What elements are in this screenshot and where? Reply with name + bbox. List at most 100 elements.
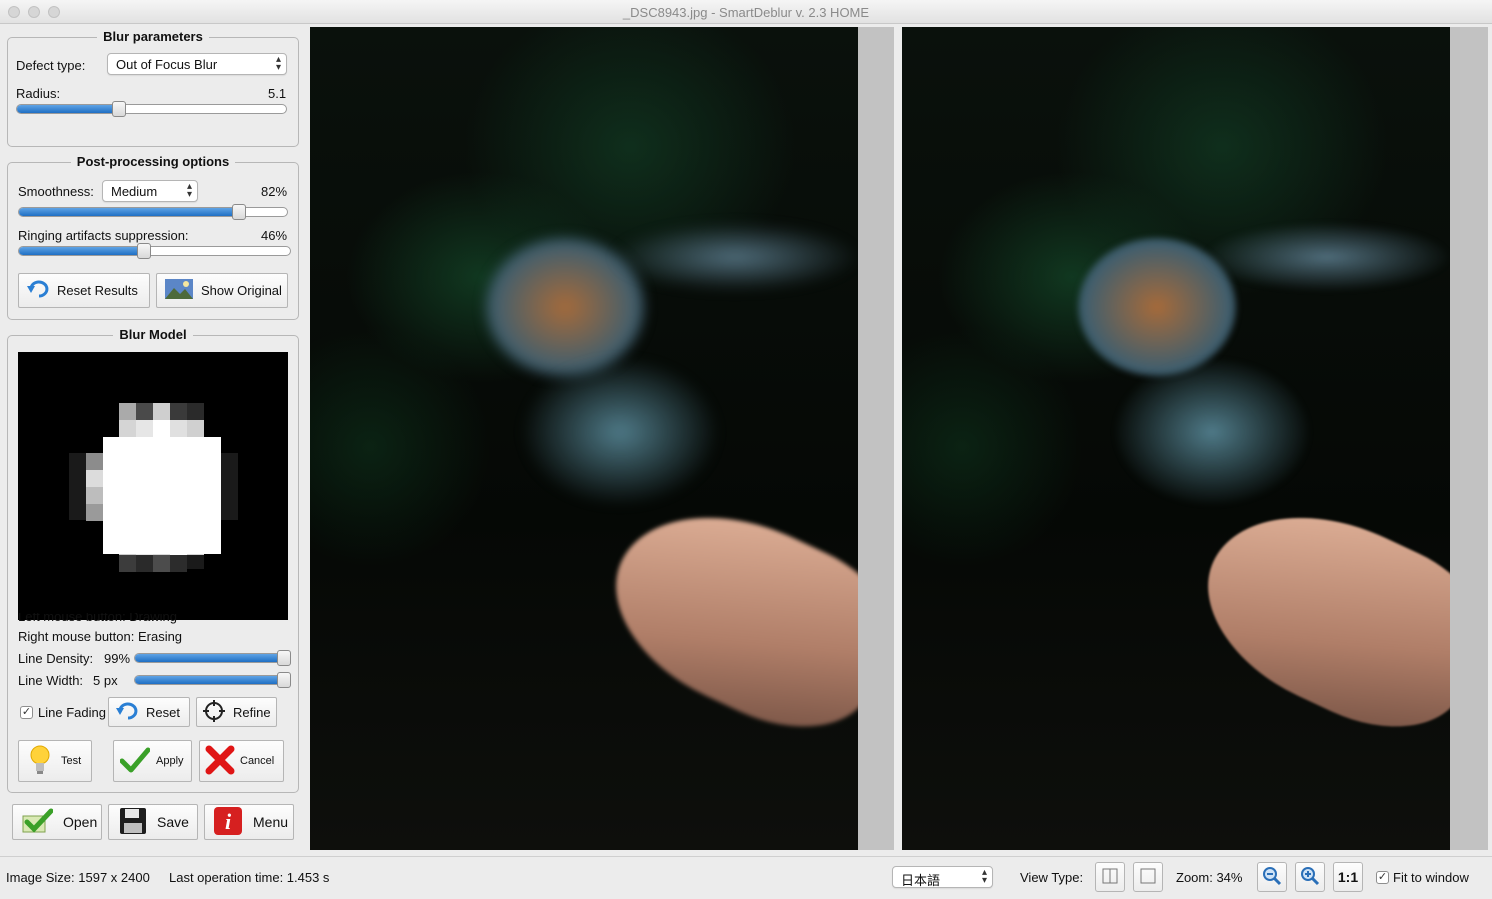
open-label: Open [63,814,98,830]
ringing-slider-handle[interactable] [136,243,151,259]
defect-type-value: Out of Focus Blur [116,57,218,72]
save-button[interactable]: Save [108,804,198,840]
blur-model-title: Blur Model [113,327,193,342]
cancel-label: Cancel [240,755,275,767]
line-density-slider-fill [135,654,284,662]
ringing-slider[interactable] [18,243,291,259]
smoothness-select[interactable]: Medium ▴ ▾ [102,180,198,202]
radius-slider-handle[interactable] [112,101,127,117]
landscape-image-icon [165,279,193,302]
select-arrows-icon: ▴ ▾ [981,867,987,886]
line-fading-checkbox[interactable]: ✓ [20,706,33,719]
original-view-scrollbar[interactable] [858,27,894,850]
title-bar: _DSC8943.jpg - SmartDeblur v. 2.3 HOME [0,0,1492,24]
radius-label: Radius: [16,86,61,101]
original-image-view[interactable] [310,27,858,850]
svg-text:i: i [225,809,232,834]
info-icon: i [213,806,243,839]
language-select[interactable]: 日本語 ▴ ▾ [892,866,993,888]
image-size-text: Image Size: 1597 x 2400 [6,870,150,885]
apply-button[interactable]: Apply [113,740,192,782]
window-title: _DSC8943.jpg - SmartDeblur v. 2.3 HOME [622,5,870,20]
line-fading-label: Line Fading [38,705,106,720]
zoom-out-icon [1262,866,1282,889]
actual-size-button[interactable]: 1:1 [1333,862,1363,892]
zoom-in-icon [1300,866,1320,889]
floppy-disk-icon [119,807,147,838]
zoom-in-button[interactable] [1295,862,1325,892]
single-view-icon [1140,868,1156,887]
last-operation-text: Last operation time: 1.453 s [169,870,330,885]
blur-parameters-title: Blur parameters [97,29,209,44]
menu-button[interactable]: i Menu [204,804,294,840]
smoothness-label: Smoothness: [18,184,94,199]
hand [585,476,858,758]
blur-model-canvas[interactable] [18,352,288,620]
show-original-button[interactable]: Show Original [156,273,288,308]
blur-model-reset-button[interactable]: Reset [108,697,190,727]
view-type-split-button[interactable] [1095,862,1125,892]
line-width-slider-handle[interactable] [276,672,291,688]
original-photo [310,27,858,850]
bird-wing-upper [1202,222,1450,292]
ringing-percent: 46% [261,228,288,243]
left-mouse-hint: Left mouse button: Drawing [18,613,177,624]
line-density-slider-handle[interactable] [276,650,291,666]
psf-kernel-drawing [69,403,238,572]
zoom-text: Zoom: 34% [1176,870,1243,885]
result-image-view[interactable] [902,27,1450,850]
zoom-out-button[interactable] [1257,862,1287,892]
ringing-label: Ringing artifacts suppression: [18,228,189,243]
line-width-label: Line Width: [18,673,84,688]
ringing-slider-fill [19,247,144,255]
line-width-slider[interactable] [134,672,291,688]
test-label: Test [61,755,82,767]
result-view-scrollbar[interactable] [1450,27,1488,850]
line-density-slider[interactable] [134,650,291,666]
language-value: 日本語 [901,873,941,888]
undo-arrow-icon [27,280,49,301]
cancel-button[interactable]: Cancel [199,740,284,782]
save-label: Save [157,814,189,830]
open-button[interactable]: Open [12,804,102,840]
lightbulb-icon [29,744,51,779]
select-arrows-icon: ▴ ▾ [186,181,192,200]
reset-results-button[interactable]: Reset Results [18,273,150,308]
line-density-value: 99% [104,651,131,666]
fit-to-window-label: Fit to window [1393,870,1469,885]
refine-label: Refine [233,704,271,720]
checkmark-icon [119,747,151,776]
refine-button[interactable]: Refine [196,697,277,727]
blur-model-reset-label: Reset [146,704,180,720]
bird-wing-lower [1112,357,1312,507]
line-density-label: Line Density: [18,651,94,666]
smoothness-slider[interactable] [18,204,288,220]
smoothness-value: Medium [111,184,158,199]
post-processing-title: Post-processing options [70,154,236,169]
test-button[interactable]: Test [18,740,92,782]
radius-value: 5.1 [268,86,287,101]
right-mouse-hint: Right mouse button: Erasing [18,629,183,644]
open-checkmark-icon [21,808,54,837]
line-width-value: 5 px [93,673,118,688]
undo-arrow-icon [116,702,138,723]
defect-type-label: Defect type: [16,58,86,73]
fit-to-window-checkbox[interactable]: ✓ [1376,871,1389,884]
select-arrows-icon: ▴ ▾ [275,54,281,73]
radius-slider[interactable] [16,101,287,117]
reset-results-label: Reset Results [57,283,138,298]
menu-label: Menu [253,814,289,830]
actual-size-label: 1:1 [1337,869,1359,885]
result-photo [902,27,1450,850]
defect-type-select[interactable]: Out of Focus Blur ▴ ▾ [107,53,287,75]
view-type-single-button[interactable] [1133,862,1163,892]
crosshair-icon [203,699,225,725]
smoothness-slider-handle[interactable] [231,204,246,220]
split-view-icon [1102,868,1118,887]
red-x-icon [205,745,235,778]
show-original-label: Show Original [201,283,282,298]
smoothness-percent: 82% [261,184,288,199]
bird-wing-lower [520,357,720,507]
radius-slider-fill [17,105,120,113]
smoothness-slider-fill [19,208,239,216]
